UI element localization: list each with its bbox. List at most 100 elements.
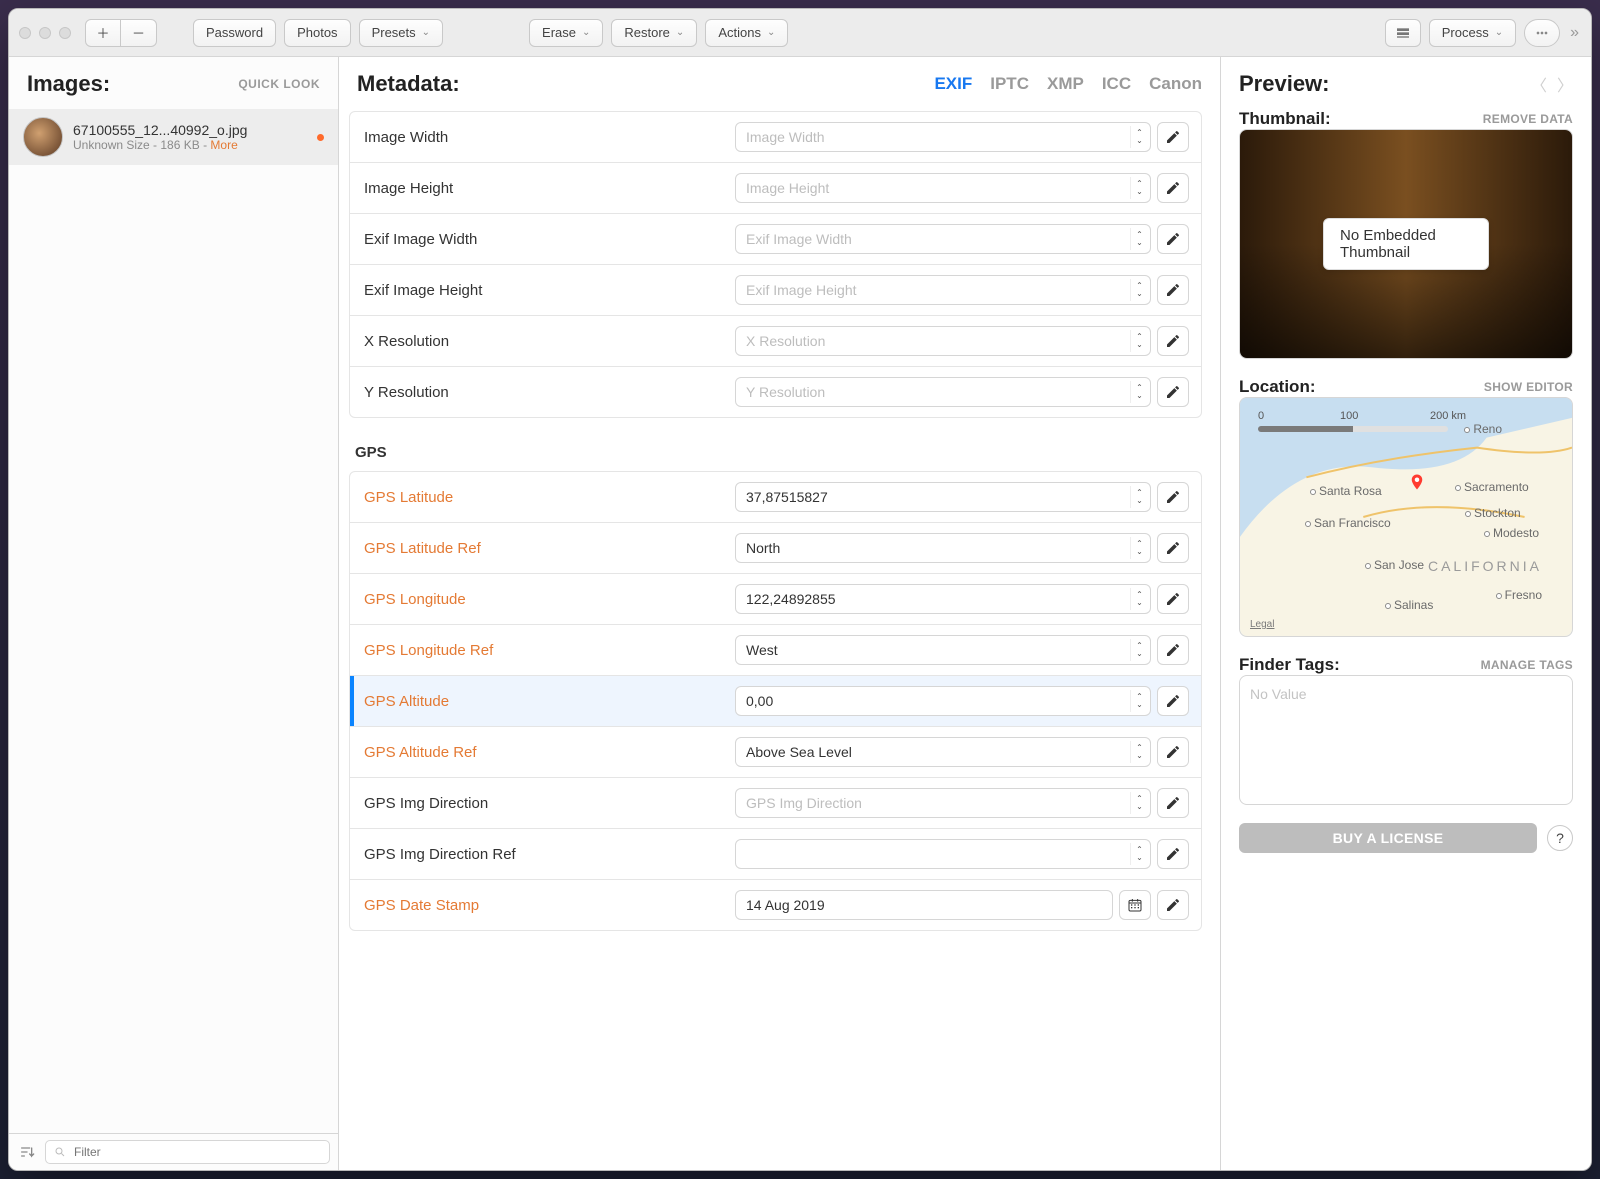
window-controls[interactable]: [19, 27, 71, 39]
select-field[interactable]: ⌃⌄: [735, 839, 1151, 869]
presets-button[interactable]: Presets ⌄: [359, 19, 443, 47]
zoom-icon[interactable]: [59, 27, 71, 39]
select-field[interactable]: West⌃⌄: [735, 635, 1151, 665]
remove-button[interactable]: －: [121, 19, 157, 47]
edit-button[interactable]: [1157, 788, 1189, 818]
date-field[interactable]: 14 Aug 2019: [735, 890, 1113, 920]
list-item[interactable]: 67100555_12...40992_o.jpg Unknown Size -…: [9, 109, 338, 165]
edit-button[interactable]: [1157, 173, 1189, 203]
sort-button[interactable]: [17, 1142, 37, 1162]
tab-xmp[interactable]: XMP: [1047, 74, 1084, 94]
table-row[interactable]: X ResolutionX Resolution⌃⌄: [350, 315, 1201, 366]
value-field[interactable]: Image Height⌃⌄: [735, 173, 1151, 203]
erase-button[interactable]: Erase ⌄: [529, 19, 603, 47]
next-image-button[interactable]: 〉: [1557, 72, 1573, 96]
tab-exif[interactable]: EXIF: [934, 74, 972, 94]
edit-button[interactable]: [1157, 839, 1189, 869]
prev-image-button[interactable]: 〈: [1531, 72, 1547, 96]
edit-button[interactable]: [1157, 635, 1189, 665]
stepper-arrows[interactable]: ⌃⌄: [1130, 588, 1144, 610]
minimize-icon[interactable]: [39, 27, 51, 39]
inspector-button[interactable]: [1524, 19, 1560, 47]
table-row[interactable]: GPS Latitude RefNorth⌃⌄: [350, 522, 1201, 573]
select-arrows[interactable]: ⌃⌄: [1130, 537, 1144, 559]
stepper-arrows[interactable]: ⌃⌄: [1130, 792, 1144, 814]
value-field[interactable]: X Resolution⌃⌄: [735, 326, 1151, 356]
value-field[interactable]: 0,00⌃⌄: [735, 686, 1151, 716]
select-arrows[interactable]: ⌃⌄: [1130, 843, 1144, 865]
value-field[interactable]: Exif Image Width⌃⌄: [735, 224, 1151, 254]
value-field[interactable]: 37,87515827⌃⌄: [735, 482, 1151, 512]
calendar-button[interactable]: [1119, 890, 1151, 920]
help-button[interactable]: ?: [1547, 825, 1573, 851]
table-row[interactable]: Exif Image HeightExif Image Height⌃⌄: [350, 264, 1201, 315]
value-field[interactable]: Image Width⌃⌄: [735, 122, 1151, 152]
overflow-icon[interactable]: »: [1568, 24, 1581, 42]
stepper-arrows[interactable]: ⌃⌄: [1130, 126, 1144, 148]
value-field[interactable]: 122,24892855⌃⌄: [735, 584, 1151, 614]
add-button[interactable]: ＋: [85, 19, 121, 47]
preview-scroll[interactable]: Thumbnail: REMOVE DATA No Embedded Thumb…: [1221, 109, 1591, 1170]
photos-button[interactable]: Photos: [284, 19, 350, 47]
layout-toggle-button[interactable]: [1385, 19, 1421, 47]
map-legal-link[interactable]: Legal: [1250, 619, 1274, 630]
edit-button[interactable]: [1157, 890, 1189, 920]
table-row[interactable]: GPS Img DirectionGPS Img Direction⌃⌄: [350, 777, 1201, 828]
edit-button[interactable]: [1157, 584, 1189, 614]
edit-button[interactable]: [1157, 326, 1189, 356]
table-row[interactable]: Image HeightImage Height⌃⌄: [350, 162, 1201, 213]
value-field[interactable]: Exif Image Height⌃⌄: [735, 275, 1151, 305]
table-row[interactable]: GPS Date Stamp14 Aug 2019: [350, 879, 1201, 930]
table-row[interactable]: GPS Longitude RefWest⌃⌄: [350, 624, 1201, 675]
metadata-scroll[interactable]: Image WidthImage Width⌃⌄Image HeightImag…: [339, 109, 1220, 1170]
select-field[interactable]: Above Sea Level⌃⌄: [735, 737, 1151, 767]
table-row[interactable]: Image WidthImage Width⌃⌄: [350, 112, 1201, 162]
process-button[interactable]: Process ⌄: [1429, 19, 1516, 47]
password-button[interactable]: Password: [193, 19, 276, 47]
table-row[interactable]: Y ResolutionY Resolution⌃⌄: [350, 366, 1201, 417]
select-arrows[interactable]: ⌃⌄: [1130, 741, 1144, 763]
edit-button[interactable]: [1157, 275, 1189, 305]
value-field[interactable]: Y Resolution⌃⌄: [735, 377, 1151, 407]
table-row[interactable]: GPS Latitude37,87515827⌃⌄: [350, 472, 1201, 522]
table-row[interactable]: GPS Altitude RefAbove Sea Level⌃⌄: [350, 726, 1201, 777]
edit-button[interactable]: [1157, 377, 1189, 407]
stepper-arrows[interactable]: ⌃⌄: [1130, 279, 1144, 301]
filter-input[interactable]: [45, 1140, 330, 1164]
more-link[interactable]: More: [210, 138, 237, 152]
remove-data-button[interactable]: REMOVE DATA: [1483, 112, 1573, 126]
stepper-arrows[interactable]: ⌃⌄: [1130, 381, 1144, 403]
stepper-arrows[interactable]: ⌃⌄: [1130, 330, 1144, 352]
stepper-arrows[interactable]: ⌃⌄: [1130, 486, 1144, 508]
tab-icc[interactable]: ICC: [1102, 74, 1131, 94]
table-row[interactable]: GPS Longitude122,24892855⌃⌄: [350, 573, 1201, 624]
edit-button[interactable]: [1157, 122, 1189, 152]
edit-button[interactable]: [1157, 686, 1189, 716]
select-field[interactable]: North⌃⌄: [735, 533, 1151, 563]
table-row[interactable]: GPS Img Direction Ref⌃⌄: [350, 828, 1201, 879]
edit-button[interactable]: [1157, 737, 1189, 767]
edit-button[interactable]: [1157, 482, 1189, 512]
thumbnail-label: Thumbnail:: [1239, 109, 1331, 129]
stepper-arrows[interactable]: ⌃⌄: [1130, 177, 1144, 199]
manage-tags-button[interactable]: MANAGE TAGS: [1481, 658, 1573, 672]
show-editor-button[interactable]: SHOW EDITOR: [1484, 380, 1573, 394]
buy-license-button[interactable]: BUY A LICENSE: [1239, 823, 1537, 853]
actions-button[interactable]: Actions ⌄: [705, 19, 788, 47]
value-field[interactable]: GPS Img Direction⌃⌄: [735, 788, 1151, 818]
quick-look-button[interactable]: QUICK LOOK: [238, 77, 320, 91]
filter-field[interactable]: [72, 1144, 321, 1160]
location-map[interactable]: 0 100 200 km Reno Santa Rosa Sacramento …: [1239, 397, 1573, 637]
finder-tags-field[interactable]: No Value: [1239, 675, 1573, 805]
select-arrows[interactable]: ⌃⌄: [1130, 639, 1144, 661]
table-row[interactable]: Exif Image WidthExif Image Width⌃⌄: [350, 213, 1201, 264]
edit-button[interactable]: [1157, 533, 1189, 563]
close-icon[interactable]: [19, 27, 31, 39]
stepper-arrows[interactable]: ⌃⌄: [1130, 690, 1144, 712]
edit-button[interactable]: [1157, 224, 1189, 254]
tab-iptc[interactable]: IPTC: [990, 74, 1029, 94]
stepper-arrows[interactable]: ⌃⌄: [1130, 228, 1144, 250]
tab-canon[interactable]: Canon: [1149, 74, 1202, 94]
table-row[interactable]: GPS Altitude0,00⌃⌄: [350, 675, 1201, 726]
restore-button[interactable]: Restore ⌄: [611, 19, 697, 47]
